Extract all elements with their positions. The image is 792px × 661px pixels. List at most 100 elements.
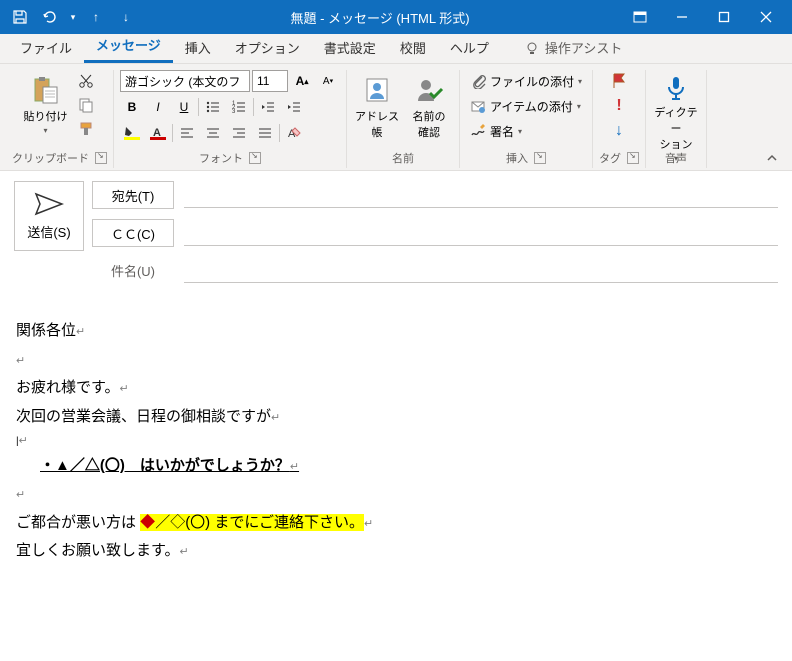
return-mark: ↵ (271, 412, 280, 424)
return-mark: ↵ (120, 383, 129, 395)
paste-button[interactable]: 貼り付け ▾ (22, 70, 70, 140)
outdent-icon (260, 99, 276, 115)
font-name-combo[interactable] (120, 70, 250, 92)
clear-format-button[interactable]: A (282, 122, 306, 144)
tab-options[interactable]: オプション (223, 32, 312, 63)
group-names: アドレス帳 名前の 確認 名前 (347, 70, 460, 168)
cc-button[interactable]: ＣＣ(C) (92, 219, 174, 247)
return-mark: ↵ (290, 461, 299, 473)
group-clipboard: 貼り付け ▾ クリップボード (6, 70, 114, 168)
body-line: 関係各位 (16, 322, 76, 339)
close-button[interactable] (746, 3, 786, 31)
address-book-button[interactable]: アドレス帳 (353, 70, 401, 140)
format-painter-button[interactable] (74, 118, 98, 140)
group-voice: ディクテー ション ▾ 音声 (646, 70, 707, 168)
bullets-icon (205, 99, 221, 115)
maximize-button[interactable] (704, 3, 744, 31)
tab-insert[interactable]: 挿入 (173, 32, 223, 63)
align-left-button[interactable] (175, 122, 199, 144)
close-icon (760, 11, 772, 23)
font-launcher[interactable] (249, 152, 261, 164)
nav-down-button[interactable]: ↓ (112, 3, 140, 31)
numbering-button[interactable]: 123 (227, 96, 251, 118)
compose-area: 送信(S) 宛先(T) ＣＣ(C) 件名(U) 関係各位↵ ↵ お疲れ様です。↵… (0, 171, 792, 588)
justify-button[interactable] (253, 122, 277, 144)
brush-icon (78, 121, 94, 137)
send-icon (34, 192, 64, 216)
tags-launcher[interactable] (627, 152, 639, 164)
bold-button[interactable]: B (120, 96, 144, 118)
italic-button[interactable]: I (146, 96, 170, 118)
group-include: ファイルの添付▾ アイテムの添付▾ 署名▾ 挿入 (460, 70, 593, 168)
numbering-icon: 123 (231, 99, 247, 115)
ribbon-options-button[interactable] (620, 3, 660, 31)
include-launcher[interactable] (534, 152, 546, 164)
address-book-icon (362, 75, 392, 105)
check-names-icon (414, 75, 444, 105)
copy-icon (78, 97, 94, 113)
tell-me-search[interactable]: 操作アシスト (513, 32, 634, 63)
undo-button[interactable] (36, 3, 64, 31)
qat-dropdown[interactable]: ▾ (66, 3, 80, 31)
cut-button[interactable] (74, 70, 98, 92)
subject-label: 件名(U) (92, 261, 174, 280)
window-title: 無題 - メッセージ (HTML 形式) (140, 8, 620, 27)
chevron-down-icon: ▾ (43, 126, 47, 135)
collapse-ribbon-button[interactable] (758, 70, 786, 168)
copy-button[interactable] (74, 94, 98, 116)
shrink-font-button[interactable]: A▾ (316, 70, 340, 92)
follow-up-button[interactable] (604, 70, 634, 92)
tab-review[interactable]: 校閲 (388, 32, 438, 63)
attach-item-button[interactable]: アイテムの添付▾ (466, 95, 585, 117)
font-color-button[interactable]: A (146, 122, 170, 144)
cut-icon (78, 73, 94, 89)
minimize-icon (676, 11, 688, 23)
nav-up-button[interactable]: ↑ (82, 3, 110, 31)
align-center-icon (205, 125, 221, 141)
ribbon: 貼り付け ▾ クリップボード A▴ A▾ (0, 64, 792, 171)
high-importance-button[interactable]: ! (604, 95, 634, 117)
underline-button[interactable]: U (172, 96, 196, 118)
message-body[interactable]: 関係各位↵ ↵ お疲れ様です。↵ 次回の営業会議、日程の御相談ですが↵ |↵ ・… (14, 305, 778, 578)
cc-field[interactable] (184, 220, 778, 246)
highlight-icon (123, 125, 141, 141)
highlight-button[interactable] (120, 122, 144, 144)
group-font: A▴ A▾ B I U 123 (114, 70, 347, 168)
attach-item-icon (470, 98, 486, 114)
font-size-combo[interactable] (252, 70, 288, 92)
dictate-button[interactable]: ディクテー ション ▾ (652, 70, 700, 140)
minimize-button[interactable] (662, 3, 702, 31)
return-mark: ↵ (364, 518, 373, 530)
undo-icon (42, 9, 58, 25)
clipboard-launcher[interactable] (95, 152, 107, 164)
tab-format[interactable]: 書式設定 (312, 32, 388, 63)
signature-button[interactable]: 署名▾ (466, 120, 526, 142)
save-icon (12, 9, 28, 25)
tab-help[interactable]: ヘルプ (438, 32, 501, 63)
send-button[interactable]: 送信(S) (14, 181, 84, 251)
signature-icon (470, 123, 486, 139)
to-field[interactable] (184, 182, 778, 208)
low-importance-button[interactable]: ↓ (604, 120, 634, 142)
align-right-button[interactable] (227, 122, 251, 144)
to-button[interactable]: 宛先(T) (92, 181, 174, 209)
decrease-indent-button[interactable] (256, 96, 280, 118)
align-center-button[interactable] (201, 122, 225, 144)
attach-file-button[interactable]: ファイルの添付▾ (466, 70, 586, 92)
tab-file[interactable]: ファイル (8, 32, 84, 63)
save-button[interactable] (6, 3, 34, 31)
return-mark: ↵ (16, 355, 25, 367)
ribbon-display-icon (633, 10, 647, 24)
bullets-button[interactable] (201, 96, 225, 118)
font-color-icon: A (149, 125, 167, 141)
chevron-up-icon (766, 152, 778, 164)
body-line: お疲れ様です。 (16, 379, 120, 396)
grow-font-button[interactable]: A▴ (290, 70, 314, 92)
group-tags: ! ↓ タグ (593, 70, 646, 168)
paperclip-icon (470, 73, 486, 89)
subject-field[interactable] (184, 257, 778, 283)
increase-indent-button[interactable] (282, 96, 306, 118)
check-names-button[interactable]: 名前の 確認 (405, 70, 453, 140)
tab-message[interactable]: メッセージ (84, 29, 173, 63)
align-left-icon (179, 125, 195, 141)
